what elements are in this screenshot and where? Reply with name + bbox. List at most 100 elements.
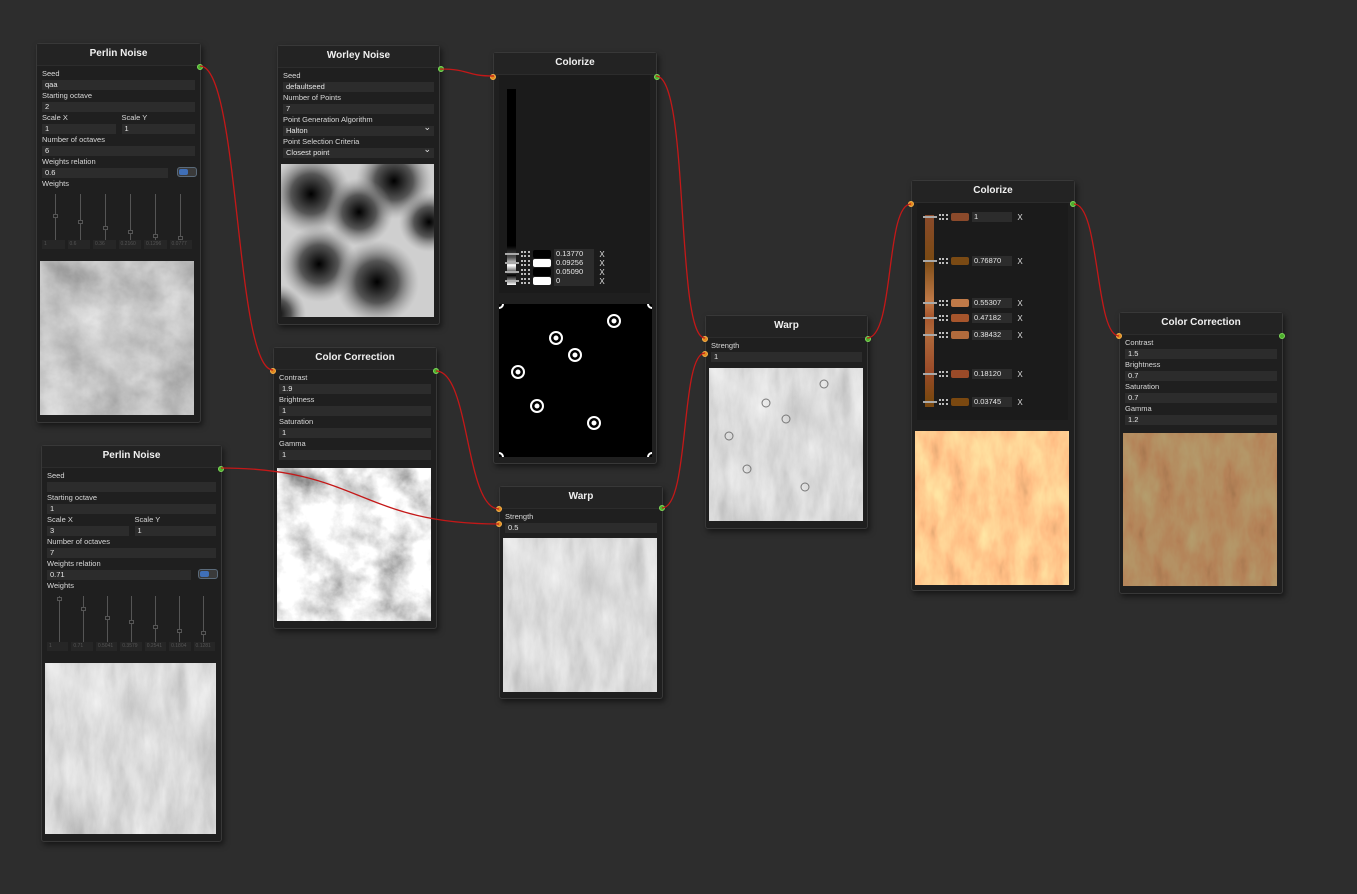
weight-slider-knob[interactable] [177, 629, 182, 633]
weight-value-input[interactable]: 0.1804 [169, 642, 191, 651]
perlin-noise-node-1[interactable]: Perlin Noise Seed qaa Starting octave 2 … [36, 43, 203, 423]
remove-stop-button[interactable]: X [1015, 299, 1025, 308]
scale-x-input[interactable]: 1 [42, 124, 116, 134]
gradient-stop-handle[interactable] [923, 401, 937, 403]
gradient-stop-handle[interactable] [923, 216, 937, 218]
brightness-input[interactable]: 0.7 [1125, 371, 1277, 381]
stop-position-input[interactable]: 0.18120 [972, 369, 1012, 379]
drag-handle-icon[interactable] [939, 332, 948, 338]
starting-octave-input[interactable]: 2 [42, 102, 195, 112]
gradient-stop-handle[interactable] [923, 373, 937, 375]
weights-relation-toggle[interactable] [198, 569, 218, 579]
worley-noise-node[interactable]: Worley Noise Seed defaultseed Number of … [277, 45, 444, 325]
gradient-stop[interactable]: 0.18120 X [939, 368, 1025, 380]
stop-position-input[interactable]: 0.03745 [972, 397, 1012, 407]
gradient-stop-handle[interactable] [505, 253, 519, 255]
weight-slider-knob[interactable] [127, 230, 133, 235]
weight-value-input[interactable]: 0.71 [71, 642, 93, 651]
contrast-input[interactable]: 1.5 [1125, 349, 1277, 359]
remove-stop-button[interactable]: X [1015, 213, 1025, 222]
gradient-bar[interactable] [925, 215, 934, 407]
weights-relation-toggle[interactable] [177, 167, 197, 177]
gradient-bar[interactable] [507, 89, 516, 285]
strength-input[interactable]: 1 [711, 352, 862, 362]
output-port[interactable] [654, 74, 660, 80]
color-correction-node-1[interactable]: Color Correction Contrast 1.9 Brightness… [270, 347, 439, 629]
number-of-octaves-input[interactable]: 6 [42, 146, 195, 156]
drag-handle-icon[interactable] [939, 399, 948, 405]
weight-slider-knob[interactable] [52, 213, 58, 218]
gradient-editor[interactable]: 1 X 0.76870 X 0.55307 X 0.47182 X 0.38432 X 0.1812… [917, 203, 1068, 420]
weight-slider-knob[interactable] [77, 220, 83, 225]
weight-slider-knob[interactable] [105, 615, 110, 620]
stop-position-input[interactable]: 0.47182 [972, 313, 1012, 323]
scale-y-input[interactable]: 1 [121, 124, 195, 134]
saturation-input[interactable]: 0.7 [1125, 393, 1277, 403]
color-swatch[interactable] [951, 398, 969, 406]
gradient-stop-handle[interactable] [923, 302, 937, 304]
drag-handle-icon[interactable] [521, 278, 530, 284]
weight-slider-track[interactable] [79, 194, 81, 240]
weight-value-input[interactable]: 0.0777 [169, 240, 192, 249]
input-port-2[interactable] [496, 521, 502, 527]
node-title[interactable]: Color Correction [1120, 313, 1282, 335]
weight-slider-track[interactable] [104, 194, 106, 240]
input-port[interactable] [270, 368, 276, 374]
scale-x-input[interactable]: 3 [47, 526, 129, 536]
input-port[interactable] [908, 201, 914, 207]
node-title[interactable]: Perlin Noise [37, 44, 200, 66]
weight-value-input[interactable]: 0.36 [93, 240, 116, 249]
seed-input[interactable]: qaa [42, 80, 195, 90]
node-title[interactable]: Colorize [912, 181, 1074, 203]
number-of-points-input[interactable]: 7 [283, 104, 434, 114]
warp-node-2[interactable]: Warp Strength 1 [702, 315, 871, 529]
output-port[interactable] [1070, 201, 1076, 207]
weights-sliders[interactable]: 1 0.71 0.5041 0.3579 0.2541 0.1804 0.1281 [47, 592, 216, 652]
output-port[interactable] [659, 505, 665, 511]
node-title[interactable]: Warp [500, 487, 662, 509]
weight-slider-knob[interactable] [81, 607, 86, 611]
gradient-stop-handle[interactable] [505, 271, 519, 273]
output-port[interactable] [218, 466, 224, 472]
node-title[interactable]: Warp [706, 316, 867, 338]
color-swatch[interactable] [951, 314, 969, 322]
remove-stop-button[interactable]: X [1015, 314, 1025, 323]
weight-slider-track[interactable] [179, 596, 180, 642]
output-port[interactable] [1279, 333, 1285, 339]
weight-value-input[interactable]: 1 [47, 642, 69, 651]
weight-value-input[interactable]: 0.3579 [120, 642, 142, 651]
stop-position-input[interactable]: 1 [972, 212, 1012, 222]
remove-stop-button[interactable]: X [1015, 257, 1025, 266]
input-port[interactable] [496, 506, 502, 512]
gradient-stop-handle[interactable] [505, 280, 519, 282]
remove-stop-button[interactable]: X [1015, 398, 1025, 407]
color-swatch[interactable] [951, 257, 969, 265]
drag-handle-icon[interactable] [939, 300, 948, 306]
stop-position-input[interactable]: 0.38432 [972, 330, 1012, 340]
gradient-stop[interactable]: 1X [939, 211, 1025, 223]
drag-handle-icon[interactable] [939, 371, 948, 377]
brightness-input[interactable]: 1 [279, 406, 431, 416]
weight-value-input[interactable]: 0.2160 [118, 240, 141, 249]
weight-slider-knob[interactable] [102, 226, 108, 231]
number-of-octaves-input[interactable]: 7 [47, 548, 216, 558]
drag-handle-icon[interactable] [939, 214, 948, 220]
remove-stop-button[interactable]: X [1015, 370, 1025, 379]
scale-y-input[interactable]: 1 [134, 526, 216, 536]
gradient-editor[interactable]: 0.13770 X 0.09256 X 0.05090 X 0 X [499, 75, 650, 293]
weight-slider-knob[interactable] [201, 631, 206, 636]
weight-slider-knob[interactable] [153, 624, 158, 629]
color-swatch[interactable] [951, 331, 969, 339]
output-port[interactable] [438, 66, 444, 72]
gradient-stop-handle[interactable] [923, 334, 937, 336]
node-title[interactable]: Perlin Noise [42, 446, 221, 468]
weight-value-input[interactable]: 0.6 [67, 240, 90, 249]
gradient-stop-handle[interactable] [505, 262, 519, 264]
gradient-stop[interactable]: 0.47182 X [939, 312, 1025, 324]
gradient-stop-handle[interactable] [923, 317, 937, 319]
weight-slider-knob[interactable] [129, 620, 134, 625]
weight-slider-knob[interactable] [57, 596, 62, 601]
gradient-stop-handle[interactable] [923, 260, 937, 262]
strength-input[interactable]: 0.5 [505, 523, 657, 533]
output-port[interactable] [197, 64, 203, 70]
